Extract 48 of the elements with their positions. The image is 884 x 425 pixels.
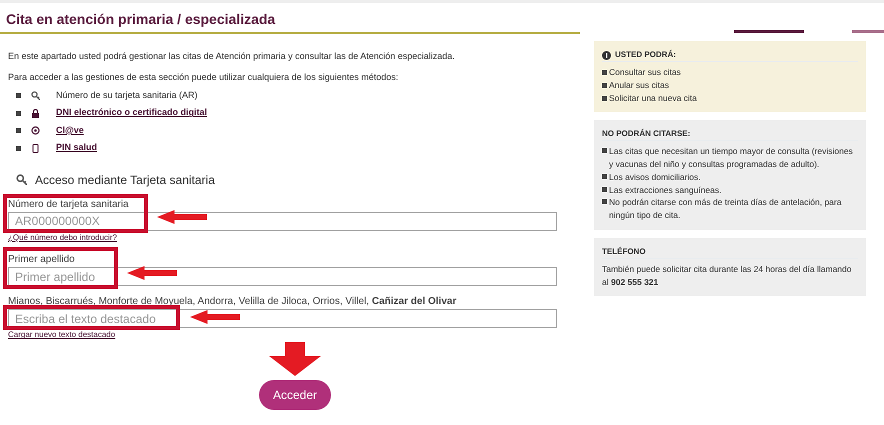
arrow-icon — [127, 266, 177, 280]
arrow-icon — [190, 310, 240, 324]
help-link[interactable]: ¿Qué número debo introducir? — [8, 232, 117, 244]
bullet-icon — [602, 82, 607, 88]
panel-title: USTED PODRÁ: — [615, 49, 676, 61]
arrow-icon — [157, 210, 207, 224]
list-item: Anular sus citas — [609, 80, 669, 90]
list-item: No podrán citarse con más de treinta días de antelación, para ningún tipo de cita. — [609, 196, 842, 222]
bullet-icon — [602, 186, 607, 192]
bullet-icon — [16, 146, 21, 151]
lock-icon — [31, 108, 40, 118]
page-title: Cita en atención primaria / especializada — [5, 10, 276, 29]
captcha-text: Mianos, Biscarrués, Monforte de Moyuela, Andorra, Velilla de Jiloca, Orrios, Villel, Cañizar del Olivar — [8, 295, 458, 310]
input-field[interactable]: Escriba el texto destacado — [8, 309, 557, 328]
method-link[interactable]: Cl@ve — [56, 124, 84, 138]
panel-title: TELÉFONO — [602, 246, 646, 258]
list-item: Solicitar una nueva cita — [609, 92, 697, 102]
field-label: Primer apellido — [8, 253, 75, 268]
method-link[interactable]: PIN salud — [56, 141, 98, 155]
list-item: Los avisos domiciliarios. — [609, 170, 701, 184]
bullet-icon — [602, 199, 607, 204]
panel-title: NO PODRÁN CITARSE: — [602, 128, 690, 140]
key-icon — [16, 174, 27, 186]
bullet-icon — [16, 93, 21, 98]
info-icon — [602, 50, 611, 60]
input-field[interactable]: AR000000000X — [8, 212, 557, 231]
bullet-icon — [602, 174, 607, 179]
list-item: Las citas que necesitan un tiempo mayor de consulta (revisiones y vacunas del niño y consultas programadas de adulto). — [609, 145, 854, 171]
method-link[interactable]: DNI electrónico o certificado digital — [56, 106, 208, 120]
bullet-icon — [16, 128, 21, 134]
bullet-icon — [602, 148, 607, 154]
bullet-icon — [602, 96, 607, 100]
arrow-icon — [269, 342, 321, 376]
key-icon — [31, 91, 40, 100]
intro-text: En este apartado usted podrá gestionar las citas de Atención primaria y consultar las de Atención especializada. — [7, 50, 456, 63]
phone-icon — [31, 144, 40, 153]
method-text: Número de su tarjeta sanitaria (AR) — [56, 88, 198, 102]
bullet-icon — [602, 70, 607, 75]
bullet-icon — [16, 110, 21, 116]
field-label: Número de tarjeta sanitaria — [8, 198, 129, 212]
form-heading: Acceso mediante Tarjeta sanitaria — [35, 172, 215, 189]
phone-text: También puede solicitar cita durante las 24 horas del día llamando al 902 555 321 — [602, 262, 852, 288]
submit-button[interactable]: Acceder — [258, 380, 332, 410]
input-field[interactable]: Primer apellido — [8, 267, 557, 286]
list-item: Las extracciones sanguíneas. — [609, 184, 722, 196]
list-item: Consultar sus citas — [609, 67, 681, 77]
methods-intro: Para acceder a las gestiones de esta sección puede utilizar cualquiera de los siguientes métodos: — [7, 71, 400, 84]
help-link[interactable]: Cargar nuevo texto destacado — [8, 329, 116, 342]
